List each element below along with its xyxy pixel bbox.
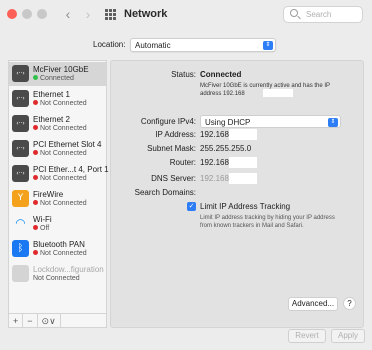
status-dot — [33, 200, 38, 205]
status-dot — [33, 175, 38, 180]
chevron-updown-icon: ⇕ — [328, 118, 338, 127]
search-placeholder: Search — [306, 10, 332, 19]
configure-ipv4-value: Using DHCP — [205, 118, 251, 127]
service-name: Ethernet 2 — [33, 115, 70, 124]
service-status: Connected — [33, 75, 74, 82]
show-all-grid-icon[interactable] — [105, 9, 116, 20]
service-status: Not Connected — [33, 250, 87, 257]
status-dot — [33, 75, 38, 80]
service-name: PCI Ethernet Slot 4 — [33, 140, 102, 149]
redaction-mask — [263, 89, 293, 97]
title-bar: ‹ › Network Search — [0, 0, 372, 30]
service-name: Ethernet 1 — [33, 90, 70, 99]
redaction-mask — [229, 157, 257, 168]
redaction-mask — [229, 129, 257, 140]
service-status: Not Connected — [33, 275, 80, 282]
status-dot — [33, 250, 38, 255]
search-icon — [290, 9, 298, 17]
status-value: Connected — [200, 70, 242, 79]
service-item-bluetooth-pan[interactable]: ᛒ Bluetooth PAN Not Connected — [9, 237, 106, 261]
configure-ipv4-select[interactable]: Using DHCP ⇕ — [200, 115, 341, 128]
service-status: Not Connected — [33, 125, 87, 132]
configure-ipv4-label: Configure IPv4: — [140, 117, 196, 126]
help-button[interactable]: ? — [343, 297, 356, 310]
lock-icon — [12, 265, 29, 282]
bluetooth-icon: ᛒ — [12, 240, 29, 257]
service-item-firewire[interactable]: Y FireWire Not Connected — [9, 187, 106, 211]
ethernet-icon: ‹··› — [12, 65, 29, 82]
service-name: PCI Ether...t 4, Port 1 — [33, 165, 109, 174]
zoom-button[interactable] — [37, 9, 47, 19]
ethernet-icon: ‹··› — [12, 140, 29, 157]
ethernet-icon: ‹··› — [12, 115, 29, 132]
ip-address-label: IP Address: — [155, 130, 196, 139]
service-status: Not Connected — [33, 150, 87, 157]
window-title: Network — [124, 8, 168, 20]
service-name: Wi-Fi — [33, 215, 52, 224]
dns-server-value: 192.168 — [200, 174, 229, 183]
service-item-lockdown[interactable]: Lockdow...figuration Not Connected — [9, 262, 106, 286]
search-domains-label: Search Domains: — [134, 188, 196, 197]
service-item-mcfiver[interactable]: ‹··› McFiver 10GbE Connected — [9, 62, 106, 86]
router-value: 192.168 — [200, 158, 229, 167]
limit-tracking-checkbox[interactable]: ✓ — [187, 202, 196, 211]
status-label: Status: — [171, 70, 196, 79]
firewire-icon: Y — [12, 190, 29, 207]
service-name: McFiver 10GbE — [33, 65, 89, 74]
service-status: Not Connected — [33, 100, 87, 107]
subnet-mask-label: Subnet Mask: — [147, 144, 196, 153]
chevron-updown-icon: ⇕ — [263, 41, 273, 50]
location-value: Automatic — [135, 41, 171, 50]
service-status: Not Connected — [33, 175, 87, 182]
service-name: Lockdow...figuration — [33, 265, 104, 274]
limit-tracking-label: Limit IP Address Tracking — [200, 202, 291, 211]
status-dot — [33, 150, 38, 155]
location-select[interactable]: Automatic ⇕ — [130, 38, 276, 52]
wifi-icon: ◠ — [15, 216, 26, 230]
ethernet-icon: ‹··› — [12, 90, 29, 107]
advanced-button[interactable]: Advanced... — [288, 297, 338, 311]
service-list: ‹··› McFiver 10GbE Connected ‹··› Ethern… — [8, 60, 109, 328]
location-label: Location: — [93, 40, 126, 49]
router-label: Router: — [169, 158, 196, 167]
service-name: Bluetooth PAN — [33, 240, 85, 249]
limit-tracking-description: Limit IP address tracking by hiding your… — [200, 215, 335, 229]
search-field[interactable]: Search — [283, 6, 363, 23]
dns-server-label: DNS Server: — [151, 174, 196, 183]
action-menu-button[interactable]: ⊙∨ — [38, 313, 61, 328]
revert-button[interactable]: Revert — [288, 329, 326, 343]
apply-button[interactable]: Apply — [331, 329, 365, 343]
subnet-mask-value: 255.255.255.0 — [200, 144, 252, 153]
ip-address-value: 192.168. — [200, 130, 232, 139]
service-status: Not Connected — [33, 200, 87, 207]
minimize-button[interactable] — [22, 9, 32, 19]
status-dot — [33, 225, 38, 230]
close-button[interactable] — [7, 9, 17, 19]
remove-service-button[interactable]: − — [23, 313, 38, 328]
status-dot — [33, 125, 38, 130]
service-item-ethernet-2[interactable]: ‹··› Ethernet 2 Not Connected — [9, 112, 106, 136]
forward-chevron-icon[interactable]: › — [80, 5, 96, 23]
status-dot — [33, 100, 38, 105]
service-item-pci-slot-4[interactable]: ‹··› PCI Ethernet Slot 4 Not Connected — [9, 137, 106, 161]
service-item-pci-port-1[interactable]: ‹··› PCI Ether...t 4, Port 1 Not Connect… — [9, 162, 109, 186]
ethernet-icon: ‹··› — [12, 165, 29, 182]
add-service-button[interactable]: + — [9, 313, 24, 328]
redaction-mask — [229, 173, 257, 184]
service-name: FireWire — [33, 190, 64, 199]
sidebar-toolbar: + − ⊙∨ — [9, 313, 106, 328]
service-status: Off — [33, 225, 49, 232]
service-item-wifi[interactable]: ◠ Wi-Fi Off — [9, 212, 106, 236]
back-chevron-icon[interactable]: ‹ — [60, 5, 76, 23]
service-item-ethernet-1[interactable]: ‹··› Ethernet 1 Not Connected — [9, 87, 106, 111]
